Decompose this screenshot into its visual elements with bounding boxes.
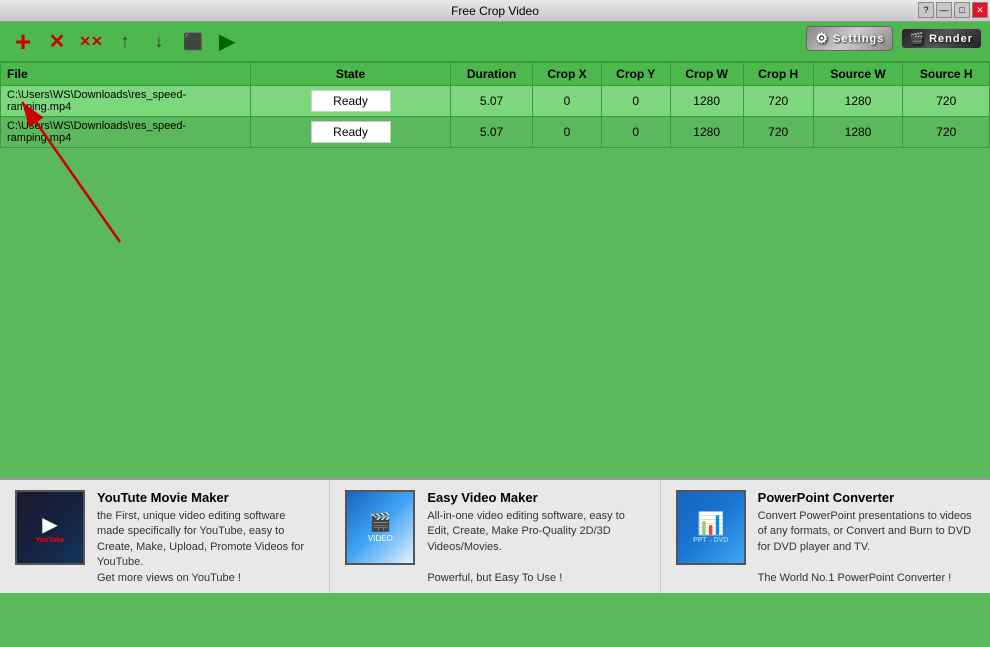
cell-duration: 5.07 <box>451 86 533 117</box>
move-up-button[interactable]: ↑ <box>110 27 140 57</box>
toolbar: + ✕ ✕✕ ↑ ↓ ⬛ ▶ ⚙ Settings 🎬 Render <box>0 22 990 62</box>
cell-source-w: 1280 <box>813 117 903 148</box>
ad-item-ppt[interactable]: 📊 PPT→DVD PowerPoint Converter Convert P… <box>661 480 990 593</box>
ad-item-video[interactable]: 🎬 VIDEO Easy Video Maker All-in-one vide… <box>330 480 660 593</box>
cell-source-h: 720 <box>903 86 990 117</box>
title-bar-controls[interactable]: ? — □ ✕ <box>918 2 988 18</box>
cell-file: C:\Users\WS\Downloads\res_speed-ramping.… <box>1 117 251 148</box>
ad-desc-youtube: the First, unique video editing software… <box>97 509 314 586</box>
clear-all-button[interactable]: ✕✕ <box>76 27 106 57</box>
add-file-button[interactable]: + <box>8 27 38 57</box>
ad-text-youtube: YouTute Movie Maker the First, unique vi… <box>97 490 314 586</box>
cell-crop-x: 0 <box>533 117 602 148</box>
state-badge: Ready <box>311 90 391 112</box>
gear-icon: ⚙ <box>815 30 829 47</box>
cell-state: Ready <box>251 86 451 117</box>
ad-item-youtube[interactable]: ▶ YouTube YouTute Movie Maker the First,… <box>0 480 330 593</box>
table-row[interactable]: C:\Users\WS\Downloads\res_speed-ramping.… <box>1 86 990 117</box>
cell-crop-w: 1280 <box>670 86 743 117</box>
settings-button[interactable]: ⚙ Settings <box>806 26 893 51</box>
render-icon: 🎬 <box>910 32 925 45</box>
close-button[interactable]: ✕ <box>972 2 988 18</box>
maximize-button[interactable]: □ <box>954 2 970 18</box>
settings-label: Settings <box>833 33 884 45</box>
col-crop-h: Crop H <box>743 63 813 86</box>
help-button[interactable]: ? <box>918 2 934 18</box>
minimize-button[interactable]: — <box>936 2 952 18</box>
file-table: File State Duration Crop X Crop Y Crop W… <box>0 62 990 148</box>
col-crop-y: Crop Y <box>601 63 670 86</box>
cell-duration: 5.07 <box>451 117 533 148</box>
cell-crop-y: 0 <box>601 86 670 117</box>
remove-file-button[interactable]: ✕ <box>42 27 72 57</box>
cell-source-h: 720 <box>903 117 990 148</box>
window-title: Free Crop Video <box>451 4 539 18</box>
title-bar: Free Crop Video ? — □ ✕ <box>0 0 990 22</box>
play-button[interactable]: ▶ <box>212 27 242 57</box>
ad-desc-video: All-in-one video editing software, easy … <box>427 509 644 586</box>
ad-thumb-ppt: 📊 PPT→DVD <box>676 490 746 565</box>
ad-title-youtube: YouTute Movie Maker <box>97 490 314 505</box>
ad-title-ppt: PowerPoint Converter <box>758 490 975 505</box>
col-state: State <box>251 63 451 86</box>
move-down-button[interactable]: ↓ <box>144 27 174 57</box>
col-crop-w: Crop W <box>670 63 743 86</box>
table-area: File State Duration Crop X Crop Y Crop W… <box>0 62 990 148</box>
col-source-w: Source W <box>813 63 903 86</box>
cell-crop-w: 1280 <box>670 117 743 148</box>
ad-bar: ▶ YouTube YouTute Movie Maker the First,… <box>0 478 990 593</box>
cell-crop-x: 0 <box>533 86 602 117</box>
ad-thumb-youtube: ▶ YouTube <box>15 490 85 565</box>
cell-crop-h: 720 <box>743 86 813 117</box>
ad-text-ppt: PowerPoint Converter Convert PowerPoint … <box>758 490 975 586</box>
ad-desc-ppt: Convert PowerPoint presentations to vide… <box>758 509 975 586</box>
cell-file: C:\Users\WS\Downloads\res_speed-ramping.… <box>1 86 251 117</box>
ad-thumb-video: 🎬 VIDEO <box>345 490 415 565</box>
crop-settings-button[interactable]: ⬛ <box>178 27 208 57</box>
col-crop-x: Crop X <box>533 63 602 86</box>
state-badge: Ready <box>311 121 391 143</box>
cell-state: Ready <box>251 117 451 148</box>
cell-crop-y: 0 <box>601 117 670 148</box>
render-label: Render <box>929 33 973 45</box>
cell-crop-h: 720 <box>743 117 813 148</box>
table-row[interactable]: C:\Users\WS\Downloads\res_speed-ramping.… <box>1 117 990 148</box>
col-duration: Duration <box>451 63 533 86</box>
render-button[interactable]: 🎬 Render <box>901 28 982 49</box>
col-source-h: Source H <box>903 63 990 86</box>
toolbar-right: ⚙ Settings 🎬 Render <box>806 26 982 51</box>
cell-source-w: 1280 <box>813 86 903 117</box>
col-file: File <box>1 63 251 86</box>
main-content <box>0 148 990 478</box>
ad-text-video: Easy Video Maker All-in-one video editin… <box>427 490 644 586</box>
ad-title-video: Easy Video Maker <box>427 490 644 505</box>
